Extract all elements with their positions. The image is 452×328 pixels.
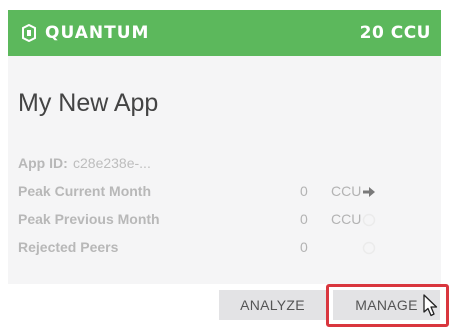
stat-unit: CCU <box>331 183 362 199</box>
stat-row-peak-current-month: Peak Current Month 0 CCU <box>18 181 378 201</box>
app-id-row: App ID: c28e238e-... <box>18 153 378 173</box>
shield-badge-icon <box>22 23 36 43</box>
stat-value: 0 <box>300 239 308 255</box>
manage-button[interactable]: MANAGE <box>333 290 440 320</box>
card-header: QUANTUM 20 CCU <box>8 10 441 56</box>
stat-value: 0 <box>300 183 308 199</box>
stat-value: 0 <box>300 211 308 227</box>
stat-unit: CCU <box>331 211 362 227</box>
analyze-button[interactable]: ANALYZE <box>219 290 326 320</box>
circle-icon <box>362 212 376 227</box>
stat-label: Rejected Peers <box>18 239 119 255</box>
app-card: QUANTUM 20 CCU My New App App ID: c28e23… <box>8 10 441 284</box>
arrow-right-icon[interactable] <box>362 184 376 198</box>
app-id-label: App ID: <box>18 155 68 171</box>
stat-label: Peak Current Month <box>18 183 152 199</box>
stat-row-rejected-peers: Rejected Peers 0 <box>18 237 378 257</box>
app-id-value: c28e238e-... <box>73 155 151 171</box>
brand-name: QUANTUM <box>45 23 150 43</box>
app-title: My New App <box>18 89 159 117</box>
stat-label: Peak Previous Month <box>18 211 160 227</box>
ccu-plan-badge: 20 CCU <box>359 23 431 43</box>
brand: QUANTUM <box>22 22 149 44</box>
stat-row-peak-previous-month: Peak Previous Month 0 CCU <box>18 209 378 229</box>
circle-icon <box>362 240 376 255</box>
